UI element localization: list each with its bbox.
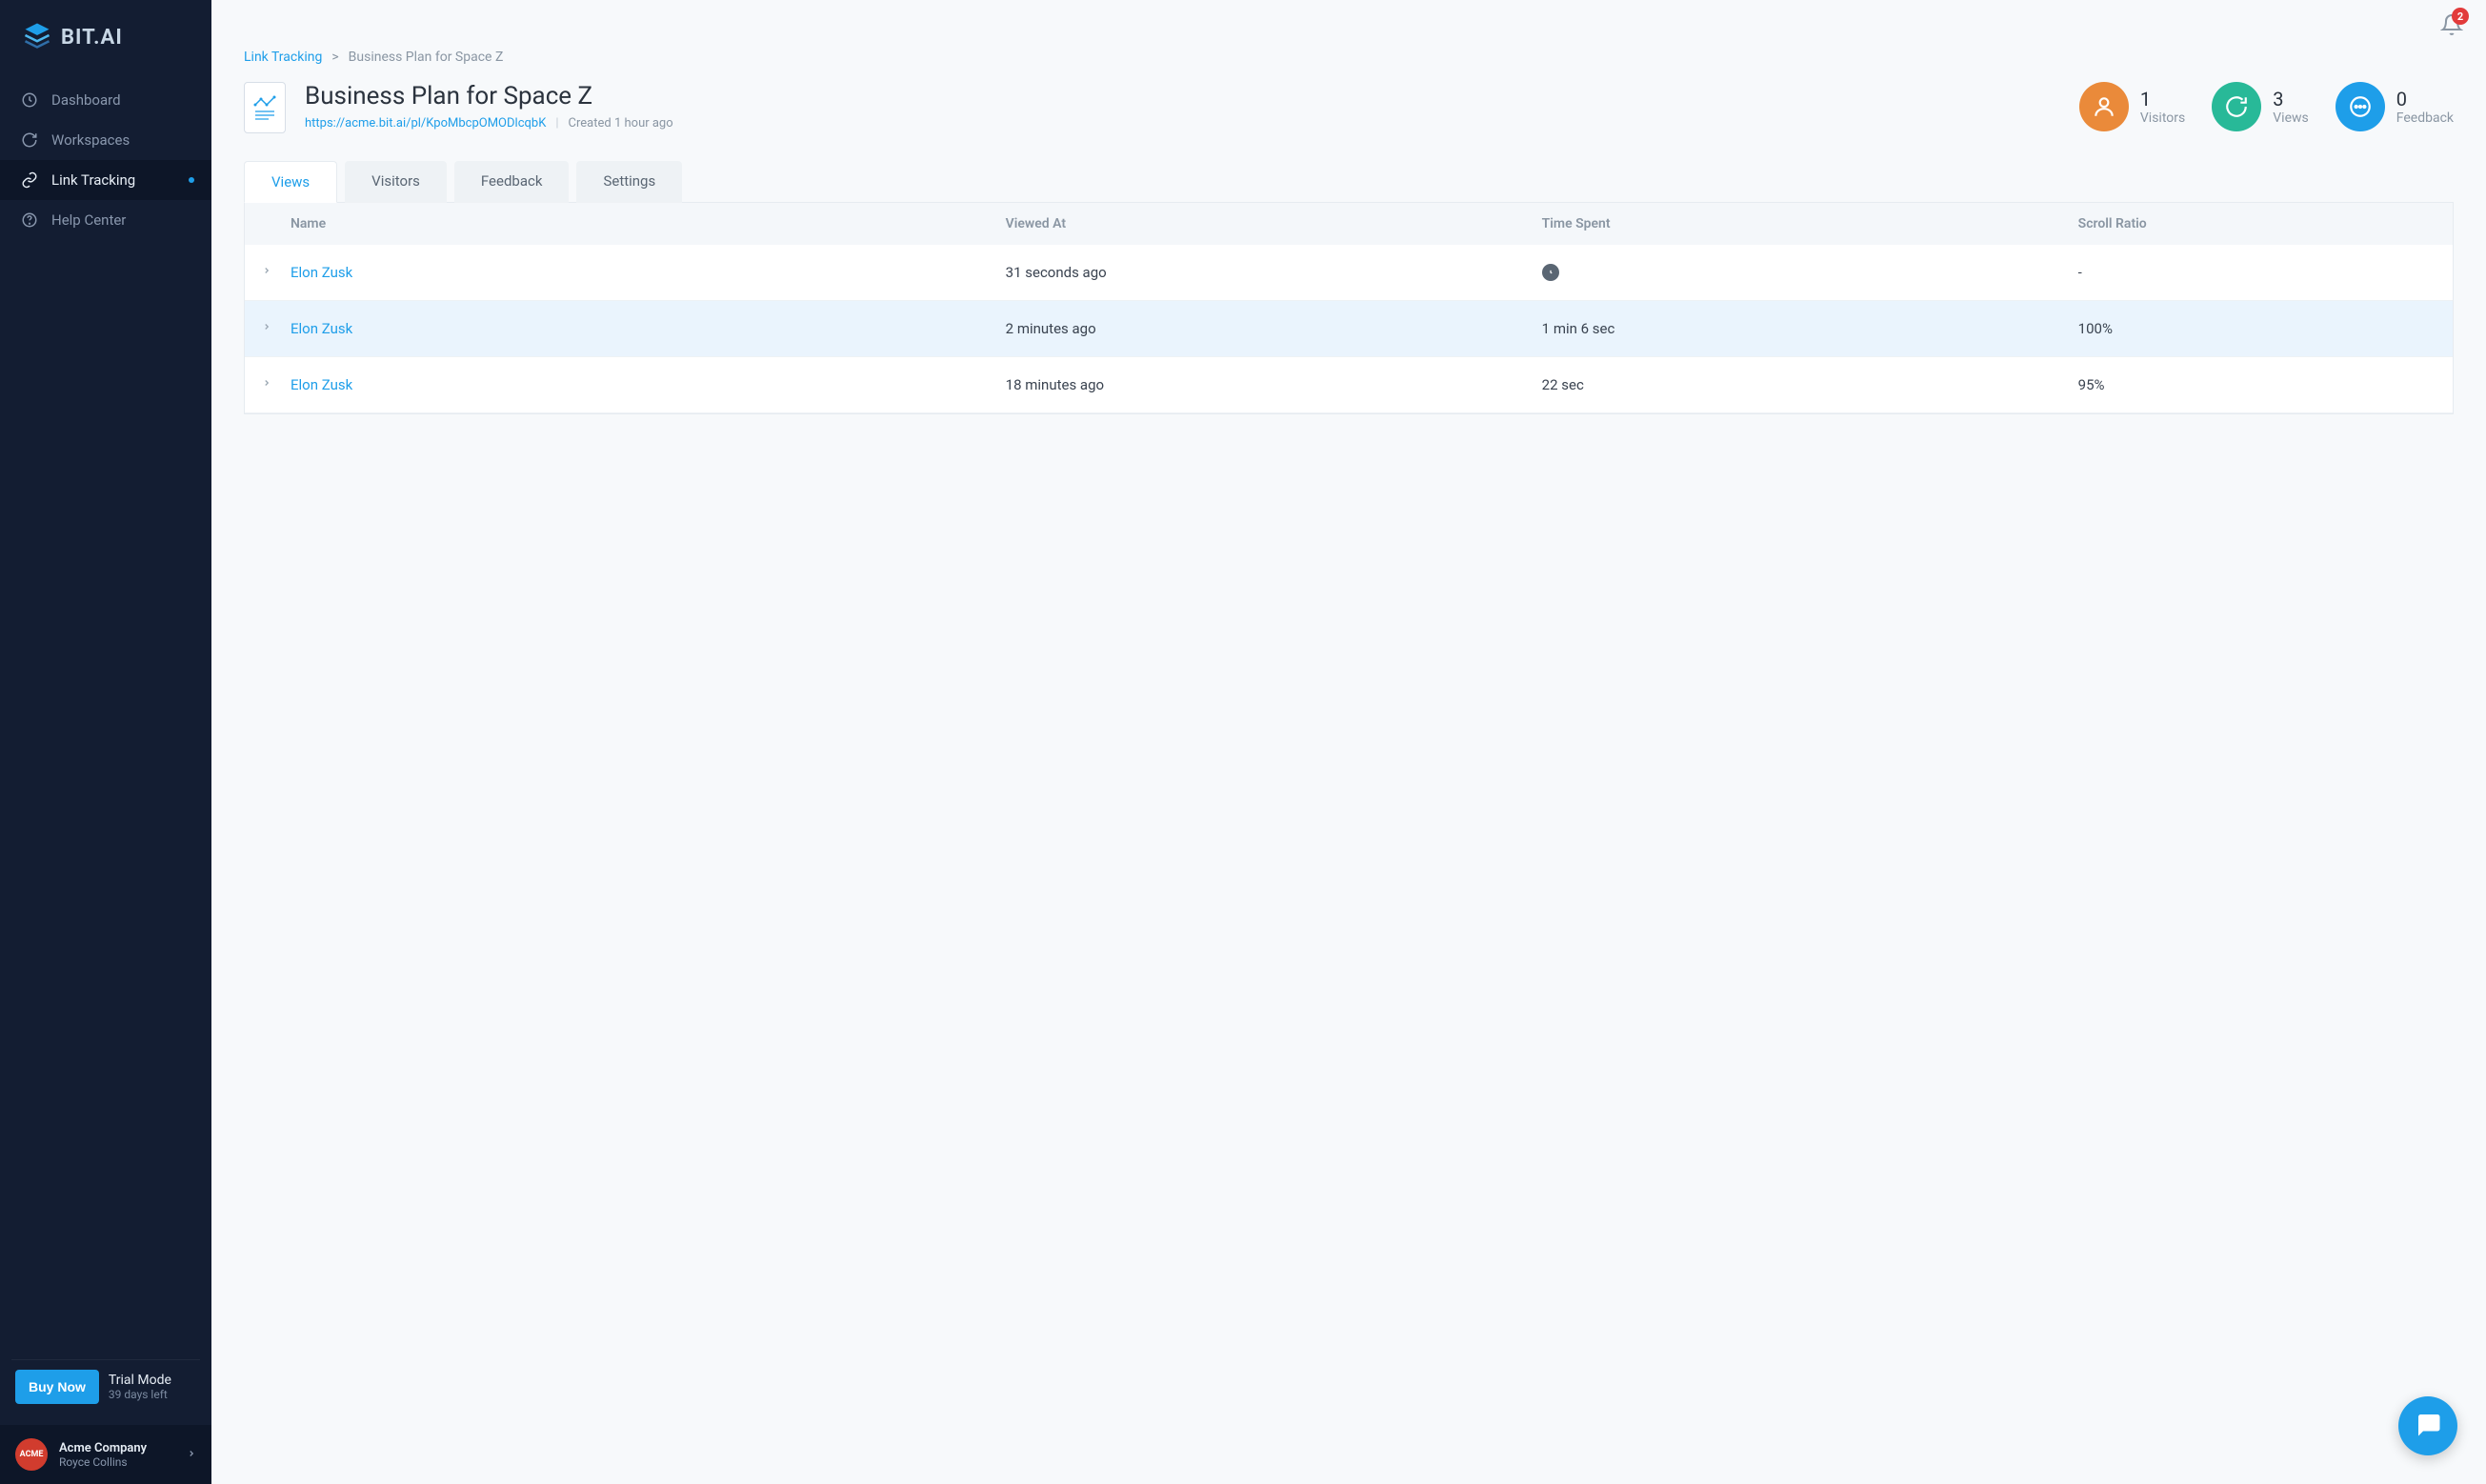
cell-name[interactable]: Elon Zusk (291, 376, 1006, 393)
main: 2 Link Tracking > Business Plan for Spac… (211, 0, 2486, 1484)
th-time: Time Spent (1542, 216, 2078, 231)
created-timestamp: Created 1 hour ago (569, 116, 673, 130)
user-name: Royce Collins (59, 1455, 175, 1469)
table-row: Elon Zusk 2 minutes ago 1 min 6 sec 100% (245, 301, 2453, 357)
tab-views[interactable]: Views (244, 161, 337, 203)
th-scroll: Scroll Ratio (2078, 216, 2436, 231)
notifications-button[interactable]: 2 (2440, 13, 2463, 40)
user-company: Acme Company (59, 1441, 175, 1455)
expand-row-button[interactable] (262, 376, 291, 393)
breadcrumb-root[interactable]: Link Tracking (244, 50, 322, 65)
cell-name[interactable]: Elon Zusk (291, 264, 1006, 281)
dashboard-icon (21, 91, 38, 109)
feedback-icon (2336, 82, 2385, 131)
expand-row-button[interactable] (262, 320, 291, 337)
sidebar-item-link-tracking[interactable]: Link Tracking (0, 160, 211, 200)
sidebar-item-workspaces[interactable]: Workspaces (0, 120, 211, 160)
stat-feedback: 0 Feedback (2336, 82, 2454, 131)
cell-name[interactable]: Elon Zusk (291, 320, 1006, 337)
cell-time: 1 min 6 sec (1542, 320, 2078, 337)
logo-icon (23, 21, 51, 53)
page-title: Business Plan for Space Z (305, 82, 2060, 110)
stat-label: Views (2273, 110, 2309, 126)
sidebar-nav: Dashboard Workspaces Link Tracking Help … (0, 80, 211, 1348)
table-row: Elon Zusk 18 minutes ago 22 sec 95% (245, 357, 2453, 413)
sidebar: BIT.AI Dashboard Workspaces Link Trackin… (0, 0, 211, 1484)
stat-label: Visitors (2140, 110, 2185, 126)
stat-views: 3 Views (2212, 82, 2309, 131)
breadcrumb-current: Business Plan for Space Z (349, 50, 504, 65)
document-url[interactable]: https://acme.bit.ai/pl/KpoMbcpOMODlcqbK (305, 116, 546, 130)
cell-viewed: 18 minutes ago (1006, 376, 1542, 393)
cell-viewed: 31 seconds ago (1006, 264, 1542, 281)
cell-scroll: - (2078, 264, 2436, 281)
th-name: Name (291, 216, 1006, 231)
notification-badge: 2 (2452, 8, 2469, 25)
cell-viewed: 2 minutes ago (1006, 320, 1542, 337)
sidebar-item-label: Workspaces (51, 131, 130, 149)
cell-scroll: 100% (2078, 320, 2436, 337)
page-header: Business Plan for Space Z https://acme.b… (244, 82, 2454, 133)
sidebar-item-label: Help Center (51, 211, 126, 229)
help-icon (21, 211, 38, 229)
trial-mode-label: Trial Mode (109, 1373, 171, 1388)
trial-days-left: 39 days left (109, 1388, 171, 1401)
tab-visitors[interactable]: Visitors (345, 161, 447, 203)
stat-visitors: 1 Visitors (2079, 82, 2185, 131)
table-row: Elon Zusk 31 seconds ago - (245, 245, 2453, 301)
cell-time: 22 sec (1542, 376, 2078, 393)
stat-number: 3 (2273, 88, 2309, 110)
active-indicator-dot (189, 177, 194, 183)
th-viewed: Viewed At (1006, 216, 1542, 231)
cell-scroll: 95% (2078, 376, 2436, 393)
separator: | (555, 116, 558, 130)
clock-icon (1542, 264, 1559, 281)
link-icon (21, 171, 38, 189)
views-table: Name Viewed At Time Spent Scroll Ratio E… (244, 203, 2454, 414)
tabs: Views Visitors Feedback Settings (244, 160, 2454, 203)
tab-feedback[interactable]: Feedback (454, 161, 570, 203)
cell-time (1542, 264, 2078, 281)
stat-number: 0 (2396, 88, 2454, 110)
topbar: 2 (211, 0, 2486, 40)
views-icon (2212, 82, 2261, 131)
stats-row: 1 Visitors 3 Views (2079, 82, 2454, 131)
stat-number: 1 (2140, 88, 2185, 110)
logo[interactable]: BIT.AI (0, 0, 211, 80)
breadcrumb-separator: > (331, 50, 338, 65)
stat-label: Feedback (2396, 110, 2454, 126)
expand-row-button[interactable] (262, 264, 291, 281)
sidebar-item-help-center[interactable]: Help Center (0, 200, 211, 240)
document-icon (244, 82, 286, 133)
buy-now-button[interactable]: Buy Now (15, 1370, 99, 1404)
trial-box: Buy Now Trial Mode 39 days left (11, 1359, 200, 1414)
brand-text: BIT.AI (61, 26, 123, 50)
sidebar-item-dashboard[interactable]: Dashboard (0, 80, 211, 120)
user-box[interactable]: ACME Acme Company Royce Collins (0, 1425, 211, 1484)
user-avatar: ACME (15, 1438, 48, 1471)
chat-icon (2414, 1410, 2442, 1442)
table-header: Name Viewed At Time Spent Scroll Ratio (245, 203, 2453, 245)
tab-settings[interactable]: Settings (576, 161, 682, 203)
chat-fab-button[interactable] (2398, 1396, 2457, 1455)
breadcrumb: Link Tracking > Business Plan for Space … (244, 50, 2454, 65)
sidebar-item-label: Dashboard (51, 91, 121, 109)
chevron-right-icon (187, 1446, 196, 1464)
sidebar-item-label: Link Tracking (51, 171, 135, 189)
visitors-icon (2079, 82, 2129, 131)
refresh-icon (21, 131, 38, 149)
